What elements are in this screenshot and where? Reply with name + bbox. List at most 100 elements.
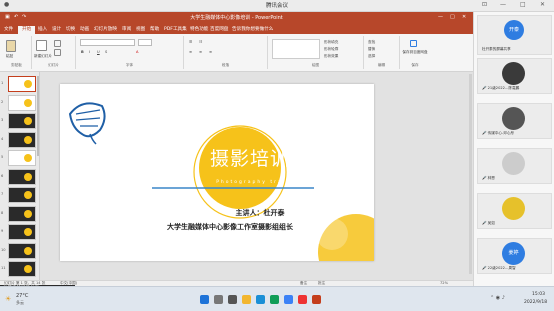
tab-file[interactable]: 文件: [4, 26, 13, 32]
tab-special[interactable]: 特色功能: [190, 26, 208, 32]
tab-view[interactable]: 视图: [136, 26, 145, 32]
slide-thumbnail[interactable]: [8, 224, 36, 240]
participant-name: 🎤 传媒中心-邓心彤: [482, 131, 515, 135]
new-slide-icon[interactable]: [36, 40, 47, 51]
zoom-level[interactable]: 72%: [440, 281, 448, 285]
align-center-icon[interactable]: ≡: [199, 50, 202, 54]
powerpoint-icon[interactable]: [312, 295, 321, 304]
close-icon[interactable]: ✕: [540, 1, 545, 8]
group-label: 幻灯片: [48, 63, 59, 67]
slide-thumbnail-pane[interactable]: 1 2 3 4 5 6 7 8 9 10 11: [0, 72, 40, 280]
slide-subtitle: Photography training: [216, 180, 304, 185]
underline-icon[interactable]: U: [97, 50, 100, 54]
meeting-app-icon[interactable]: [284, 295, 293, 304]
clock-date[interactable]: 2022/9/18: [524, 300, 547, 305]
thumb-number: 6: [1, 173, 4, 178]
layout-icon[interactable]: [54, 40, 61, 47]
thumb-scrollbar[interactable]: [37, 76, 39, 156]
tab-help[interactable]: 帮助: [150, 26, 159, 32]
ppt-minimize-icon[interactable]: —: [438, 14, 443, 20]
participant-tile[interactable]: 🎤 林恩: [477, 148, 552, 184]
tell-me-input[interactable]: 告诉我你想要做什么: [232, 26, 273, 32]
slide-thumbnail[interactable]: [8, 113, 36, 129]
tab-review[interactable]: 审阅: [122, 26, 131, 32]
participant-tile[interactable]: 🎤 传媒中心-邓心彤: [477, 103, 552, 139]
slide-thumbnail[interactable]: [8, 261, 36, 277]
replace-button[interactable]: 替换: [368, 47, 375, 52]
thumb-number: 5: [1, 155, 4, 159]
ribbon-tabs: 文件 开始 插入 设计 切换 动画 幻灯片放映 审阅 视图 帮助 PDF工具集 …: [0, 25, 473, 34]
slide-thumbnail[interactable]: [8, 168, 36, 185]
pin-icon[interactable]: ⊡: [482, 1, 487, 8]
participant-tile[interactable]: 姜婷 🎤 22级2022…周智: [477, 238, 552, 274]
slide-thumbnail[interactable]: [8, 205, 36, 222]
thumb-accent: [24, 191, 32, 199]
tab-pdf[interactable]: PDF工具集: [164, 26, 187, 32]
tab-transitions[interactable]: 切换: [66, 26, 75, 32]
participant-tile[interactable]: 🎤 21级2022…陈嘉鹏: [477, 58, 552, 94]
speaker-line: 主讲人：杜开泰: [235, 209, 285, 217]
task-view-icon[interactable]: [228, 295, 237, 304]
edge-icon[interactable]: [256, 295, 265, 304]
slide-thumbnail[interactable]: [8, 187, 36, 203]
current-slide[interactable]: 摄影培训 Photography training 主讲人：杜开泰 大学生融媒体…: [60, 84, 374, 261]
slide-scrollbar[interactable]: [469, 74, 472, 274]
tab-insert[interactable]: 插入: [38, 26, 47, 32]
paste-icon[interactable]: [6, 40, 16, 52]
shape-outline-button[interactable]: 形状轮廓: [324, 47, 338, 52]
start-icon[interactable]: [200, 295, 209, 304]
select-button[interactable]: 选择: [368, 54, 375, 59]
align-left-icon[interactable]: ≡: [189, 50, 192, 54]
tab-slideshow[interactable]: 幻灯片放映: [94, 26, 117, 32]
chrome-icon[interactable]: [270, 295, 279, 304]
save-baidu-button[interactable]: 保存到百度网盘: [401, 50, 429, 55]
wps-icon[interactable]: [298, 295, 307, 304]
tab-animations[interactable]: 动画: [80, 26, 89, 32]
ribbon-group-drawing: 形状填充 形状轮廓 形状效果 绘图: [268, 36, 364, 69]
minimize-icon[interactable]: —: [500, 1, 506, 8]
group-label: 字体: [125, 63, 134, 67]
host-tile[interactable]: 开泰 杜开泰的屏幕共享: [477, 15, 552, 55]
participant-tile[interactable]: 🎤 吴如: [477, 193, 552, 229]
font-color-icon[interactable]: A: [136, 50, 138, 54]
slide-thumbnail[interactable]: [8, 242, 36, 259]
thumb-accent: [24, 135, 32, 144]
thumb-number: 3: [1, 118, 4, 122]
slide-thumbnail[interactable]: [8, 94, 36, 111]
group-label: 保存: [411, 63, 419, 67]
shapes-gallery[interactable]: [272, 39, 320, 59]
slide-thumbnail[interactable]: [8, 150, 36, 166]
ppt-close-icon[interactable]: ✕: [462, 14, 466, 20]
screen: 腾讯会议 ● ⊡ — □ ✕ ▣ ↶ ↷ 大学生融媒体中心影像培训 - Powe…: [0, 0, 554, 311]
clock-time[interactable]: 15:03: [532, 292, 545, 297]
bullets-icon[interactable]: ☰: [189, 40, 192, 44]
file-explorer-icon[interactable]: [242, 295, 251, 304]
numbering-icon[interactable]: ☷: [199, 40, 202, 44]
participant-name: 🎤 吴如: [482, 221, 495, 225]
slide-graphics: [68, 102, 374, 261]
shape-fill-button[interactable]: 形状填充: [324, 40, 338, 45]
ppt-maximize-icon[interactable]: □: [450, 14, 455, 20]
taskbar: ☀ 27°C 多云 ⌃ ◉ ♪ 15:03 2022/9/18: [0, 286, 554, 311]
baidu-cloud-icon[interactable]: [410, 40, 417, 47]
slide-thumbnail[interactable]: [8, 131, 36, 148]
find-button[interactable]: 查找: [368, 40, 375, 45]
align-right-icon[interactable]: ≡: [209, 50, 212, 54]
search-icon[interactable]: [214, 295, 223, 304]
shape-effect-button[interactable]: 形状效果: [324, 54, 338, 59]
font-name-select[interactable]: [80, 39, 135, 46]
reset-icon[interactable]: [54, 49, 61, 56]
font-size-select[interactable]: [138, 39, 152, 46]
maximize-icon[interactable]: □: [520, 1, 526, 8]
tray-icons[interactable]: ⌃ ◉ ♪: [490, 295, 505, 301]
tab-home[interactable]: 开始: [18, 26, 36, 34]
shadow-icon[interactable]: S: [105, 50, 107, 54]
tab-baidu[interactable]: 百度网盘: [210, 26, 228, 32]
thumb-accent: [24, 246, 32, 255]
ribbon-group-clipboard: 粘贴 剪贴板: [2, 36, 32, 69]
tab-design[interactable]: 设计: [52, 26, 61, 32]
slide-thumbnail[interactable]: [8, 76, 36, 92]
weather-temp[interactable]: 27°C: [16, 293, 28, 299]
italic-icon[interactable]: I: [89, 50, 90, 54]
bold-icon[interactable]: B: [81, 50, 84, 54]
